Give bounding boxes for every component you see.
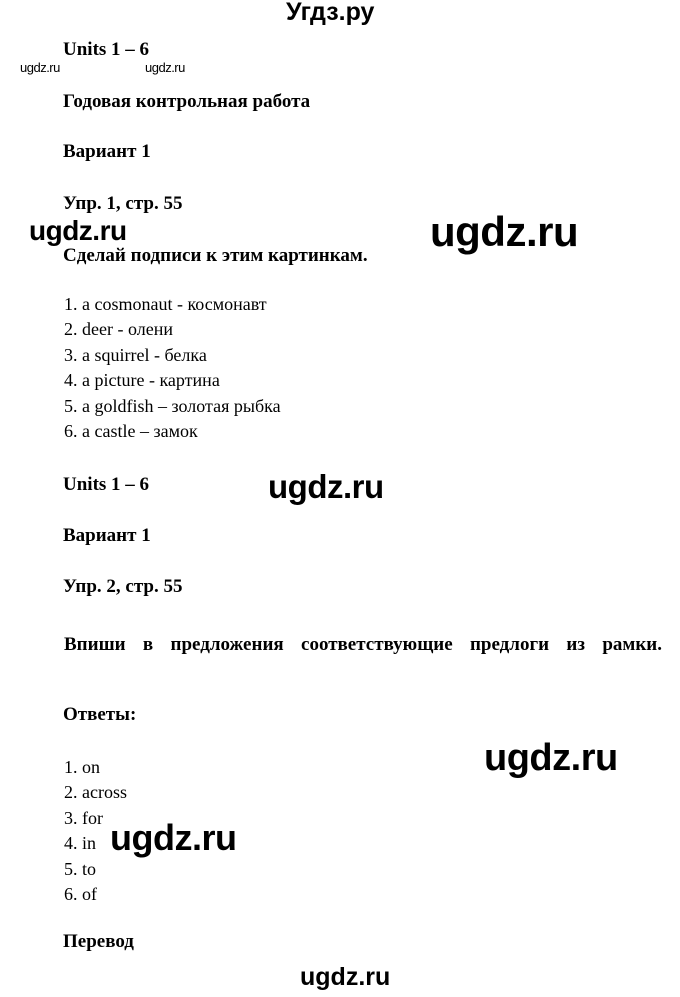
list-item: 2. deer - олени bbox=[64, 319, 173, 340]
section2-variant-heading: Вариант 1 bbox=[63, 525, 151, 546]
list-item: 6. a castle – замок bbox=[64, 421, 198, 442]
section2-units-heading: Units 1 – 6 bbox=[63, 474, 150, 495]
section2-translation-label: Перевод bbox=[63, 931, 134, 952]
section1-exercise-heading: Упр. 1, стр. 55 bbox=[63, 193, 183, 214]
list-item: 4. in bbox=[64, 833, 97, 854]
list-item: 1. a cosmonaut - космонавт bbox=[64, 294, 267, 314]
watermark-answers-right: ugdz.ru bbox=[484, 737, 618, 779]
watermark-answers-left: ugdz.ru bbox=[110, 817, 237, 858]
list-item: 6. of bbox=[64, 884, 97, 905]
section1-variant-heading: Вариант 1 bbox=[63, 141, 151, 162]
watermark-mid-left: ugdz.ru bbox=[29, 215, 127, 246]
watermark-units2: ugdz.ru bbox=[268, 468, 384, 505]
list-item: 4. a picture - картина bbox=[64, 370, 220, 391]
section1-answer-list: 1. a cosmonaut - космонавт 2. deer - оле… bbox=[64, 292, 281, 444]
section2-answers-label: Ответы: bbox=[63, 704, 137, 725]
section1-annual-test-title: Годовая контрольная работа bbox=[63, 91, 311, 112]
section2-exercise-heading: Упр. 2, стр. 55 bbox=[63, 576, 183, 597]
section2-answer-list: 1. on 2. across 3. for 4. in 5. to 6. of bbox=[64, 755, 127, 907]
watermark-small-right: ugdz.ru bbox=[145, 60, 185, 75]
document-page: Угдз.ру ugdz.ru ugdz.ru ugdz.ru ugdz.ru … bbox=[0, 0, 680, 997]
watermark-small-left: ugdz.ru bbox=[20, 60, 60, 75]
watermark-top: Угдз.ру bbox=[286, 0, 375, 26]
list-item: 5. a goldfish – золотая рыбка bbox=[64, 395, 281, 416]
section1-units-heading: Units 1 – 6 bbox=[63, 39, 150, 60]
watermark-mid-right: ugdz.ru bbox=[430, 208, 579, 255]
section1-task-text: Сделай подписи к этим картинкам. bbox=[63, 245, 368, 266]
list-item: 3. for bbox=[64, 807, 103, 828]
list-item: 5. to bbox=[64, 858, 97, 879]
watermark-bottom: ugdz.ru bbox=[300, 963, 391, 991]
list-item: 3. a squirrel - белка bbox=[64, 344, 207, 365]
list-item: 1. on bbox=[64, 757, 100, 777]
list-item: 2. across bbox=[64, 782, 127, 803]
section2-task-text: Впиши в предложения соответствующие пред… bbox=[64, 634, 662, 655]
